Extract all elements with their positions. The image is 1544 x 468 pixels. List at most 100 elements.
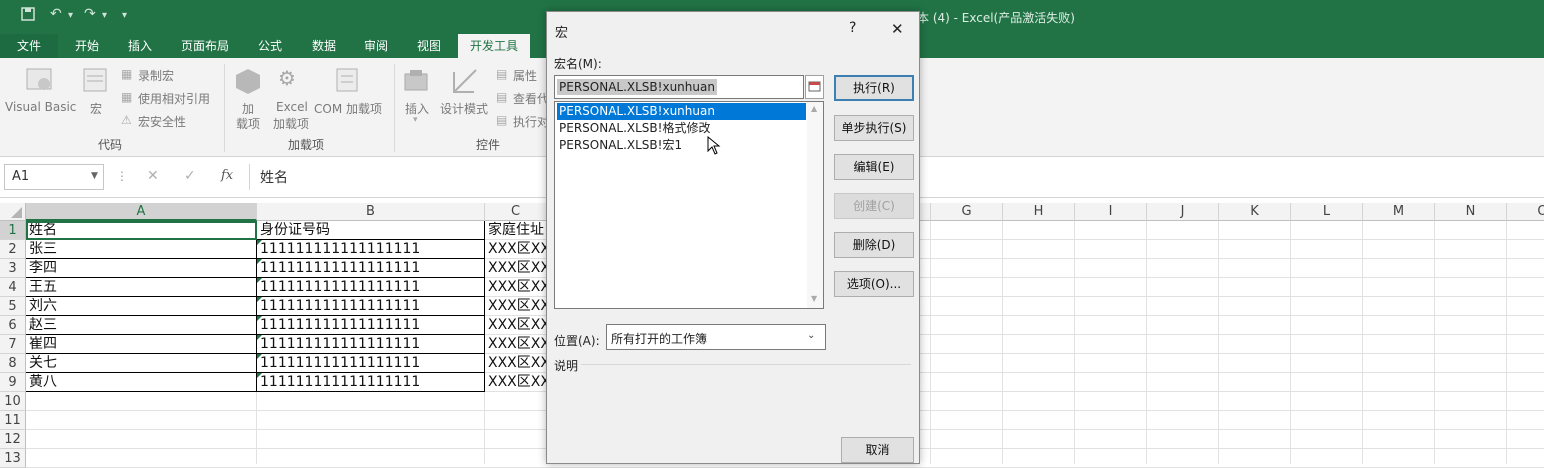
tab-view[interactable]: 视图 — [405, 34, 453, 58]
row-header[interactable]: 9 — [0, 373, 26, 392]
table-cell[interactable]: XXX区XX — [485, 316, 547, 335]
column-header[interactable]: C — [485, 203, 547, 221]
fx-icon[interactable]: fx — [221, 168, 233, 183]
design-mode-button[interactable]: 设计模式 — [440, 100, 488, 117]
column-header[interactable]: G — [931, 203, 1003, 221]
table-cell[interactable]: 赵三 — [26, 316, 257, 335]
cancel-icon[interactable]: ✕ — [147, 168, 159, 184]
list-item[interactable]: PERSONAL.XLSB!宏1 — [557, 137, 806, 154]
list-item[interactable]: PERSONAL.XLSB!xunhuan — [557, 103, 806, 120]
list-scrollbar[interactable]: ▲ ▼ — [807, 102, 823, 308]
table-cell[interactable]: 111111111111111111 — [257, 373, 485, 392]
run-dialog-button[interactable]: 执行对 — [513, 113, 549, 130]
table-cell[interactable]: 黄八 — [26, 373, 257, 392]
table-cell[interactable]: 111111111111111111 — [257, 278, 485, 297]
row-header[interactable]: 11 — [0, 411, 26, 430]
row-header[interactable]: 6 — [0, 316, 26, 335]
excel-addins-button-line1[interactable]: Excel — [276, 100, 308, 114]
row-header[interactable]: 5 — [0, 297, 26, 316]
view-code-button[interactable]: 查看代 — [513, 90, 549, 107]
table-cell[interactable]: XXX区XX — [485, 297, 547, 316]
chevron-down-icon[interactable]: ⌄ — [807, 330, 815, 341]
confirm-icon[interactable]: ✓ — [184, 168, 196, 184]
customize-icon[interactable]: ▾ — [122, 10, 127, 21]
table-cell[interactable]: 王五 — [26, 278, 257, 297]
macro-security-button[interactable]: 宏安全性 — [138, 113, 186, 130]
undo-icon[interactable]: ↶ — [50, 6, 62, 22]
tab-page-layout[interactable]: 页面布局 — [170, 34, 240, 58]
row-header[interactable]: 1 — [0, 221, 26, 240]
excel-addins-button-line2[interactable]: 加载项 — [273, 115, 309, 132]
column-header[interactable]: K — [1219, 203, 1291, 221]
tab-developer[interactable]: 开发工具 — [458, 34, 530, 58]
row-header[interactable]: 2 — [0, 240, 26, 259]
insert-dropdown-icon[interactable]: ▾ — [413, 115, 418, 125]
redo-dropdown-icon[interactable]: ▾ — [102, 10, 107, 21]
row-header[interactable]: 3 — [0, 259, 26, 278]
row-header[interactable]: 10 — [0, 392, 26, 411]
column-header[interactable]: I — [1075, 203, 1147, 221]
table-cell[interactable]: XXX区XX — [485, 240, 547, 259]
row-header[interactable]: 8 — [0, 354, 26, 373]
table-cell[interactable]: 111111111111111111 — [257, 259, 485, 278]
row-header[interactable]: 13 — [0, 449, 26, 468]
table-cell[interactable]: 张三 — [26, 240, 257, 259]
table-cell[interactable]: 李四 — [26, 259, 257, 278]
column-header[interactable]: O — [1507, 203, 1544, 221]
tab-review[interactable]: 审阅 — [352, 34, 400, 58]
table-cell[interactable]: XXX区XX — [485, 373, 547, 392]
use-relative-reference-button[interactable]: 使用相对引用 — [138, 90, 210, 107]
tab-formulas[interactable]: 公式 — [246, 34, 294, 58]
macro-list[interactable]: PERSONAL.XLSB!xunhuan PERSONAL.XLSB!格式修改… — [554, 101, 824, 309]
chevron-down-icon[interactable]: ▼ — [91, 171, 98, 181]
table-cell[interactable]: XXX区XX — [485, 354, 547, 373]
record-macro-button[interactable]: 录制宏 — [138, 67, 174, 84]
redo-icon[interactable]: ↷ — [84, 6, 96, 22]
scroll-up-icon[interactable]: ▲ — [811, 104, 817, 113]
table-cell[interactable]: 崔四 — [26, 335, 257, 354]
column-header[interactable]: N — [1435, 203, 1507, 221]
table-cell[interactable]: XXX区XX — [485, 278, 547, 297]
column-header[interactable]: B — [257, 203, 485, 221]
tab-home[interactable]: 开始 — [62, 34, 112, 58]
scroll-down-icon[interactable]: ▼ — [811, 294, 817, 303]
com-addins-button[interactable]: COM 加载项 — [314, 100, 382, 117]
table-cell[interactable]: XXX区XX — [485, 335, 547, 354]
list-item[interactable]: PERSONAL.XLSB!格式修改 — [557, 120, 806, 137]
save-icon[interactable] — [20, 6, 36, 26]
cancel-button[interactable]: 取消 — [841, 437, 914, 463]
column-header[interactable]: J — [1147, 203, 1219, 221]
tab-data[interactable]: 数据 — [300, 34, 348, 58]
options-button[interactable]: 选项(O)... — [834, 271, 914, 297]
undo-dropdown-icon[interactable]: ▾ — [68, 10, 73, 21]
addins-button-line2[interactable]: 载项 — [236, 115, 260, 132]
row-header[interactable]: 4 — [0, 278, 26, 297]
table-cell[interactable]: 111111111111111111 — [257, 354, 485, 373]
step-into-button[interactable]: 单步执行(S) — [834, 115, 914, 141]
column-header[interactable]: H — [1003, 203, 1075, 221]
collapse-dialog-button[interactable] — [805, 75, 824, 99]
close-icon[interactable]: ✕ — [891, 20, 904, 38]
macros-button[interactable]: 宏 — [90, 100, 102, 117]
tab-insert[interactable]: 插入 — [116, 34, 164, 58]
column-header[interactable]: M — [1363, 203, 1435, 221]
table-cell[interactable]: 111111111111111111 — [257, 316, 485, 335]
table-cell[interactable]: 111111111111111111 — [257, 240, 485, 259]
row-header[interactable]: 7 — [0, 335, 26, 354]
column-header[interactable]: A — [26, 203, 257, 221]
table-cell[interactable]: XXX区XX — [485, 259, 547, 278]
location-select[interactable]: 所有打开的工作簿 ⌄ — [606, 324, 826, 350]
delete-button[interactable]: 删除(D) — [834, 232, 914, 258]
table-cell[interactable]: 刘六 — [26, 297, 257, 316]
row-header[interactable]: 12 — [0, 430, 26, 449]
table-cell[interactable]: 关七 — [26, 354, 257, 373]
table-cell[interactable]: 身份证号码 — [257, 221, 485, 240]
run-button[interactable]: 执行(R) — [834, 75, 914, 101]
edit-button[interactable]: 编辑(E) — [834, 154, 914, 180]
column-header[interactable]: L — [1291, 203, 1363, 221]
table-cell[interactable]: 111111111111111111 — [257, 297, 485, 316]
table-cell[interactable]: 家庭住址 — [485, 221, 547, 240]
name-box[interactable]: A1 ▼ — [4, 164, 104, 190]
visual-basic-button[interactable]: Visual Basic — [5, 100, 76, 114]
tab-file[interactable]: 文件 — [0, 34, 58, 58]
